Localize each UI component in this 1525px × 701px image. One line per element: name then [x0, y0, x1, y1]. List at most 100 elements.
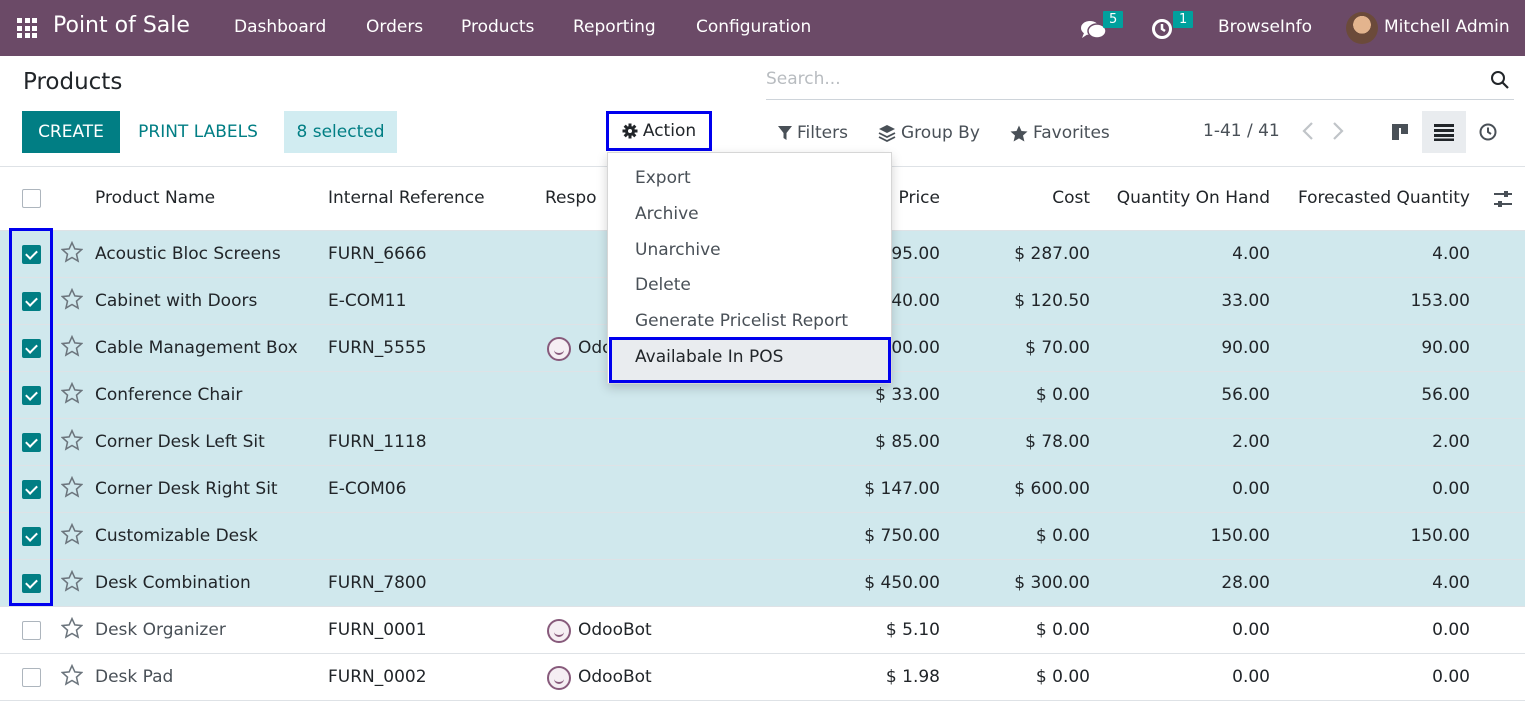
price-cell: $ 450.00	[864, 573, 940, 593]
table-row[interactable]: Desk Pad FURN_0002 OdooBot $ 1.98 $ 0.00 0.00…	[0, 654, 1525, 701]
favorite-star-icon[interactable]	[61, 664, 83, 686]
menu-reporting[interactable]: Reporting	[573, 17, 656, 37]
favorite-star-icon[interactable]	[61, 335, 83, 357]
favorite-star-icon[interactable]	[61, 570, 83, 592]
column-header-quantity-on-hand[interactable]: Quantity On Hand	[1100, 188, 1270, 208]
pager-next-button[interactable]	[1332, 121, 1344, 146]
price-cell: $ 5.10	[885, 620, 940, 640]
group-by-button[interactable]: Group By	[878, 123, 980, 143]
kanban-icon	[1392, 124, 1408, 140]
internal-reference-cell: FURN_6666	[328, 244, 427, 264]
menu-configuration[interactable]: Configuration	[696, 17, 811, 37]
odoobot-avatar	[547, 619, 571, 643]
chevron-left-icon	[1302, 122, 1313, 140]
forecasted-quantity-cell: 2.00	[1432, 432, 1470, 452]
table-row[interactable]: Desk Combination FURN_7800 $ 450.00 $ 300.0…	[0, 560, 1525, 607]
forecasted-quantity-cell: 90.00	[1421, 338, 1470, 358]
quantity-on-hand-cell: 56.00	[1221, 385, 1270, 405]
user-avatar[interactable]	[1346, 12, 1378, 44]
favorite-star-icon[interactable]	[61, 617, 83, 639]
menu-item-export[interactable]: Export	[635, 168, 691, 188]
favorite-star-icon[interactable]	[61, 382, 83, 404]
pager-previous-button[interactable]	[1302, 121, 1314, 146]
menu-item-unarchive[interactable]: Unarchive	[635, 240, 721, 260]
table-row[interactable]: Customizable Desk $ 750.00 $ 0.00 150.00 150…	[0, 513, 1525, 560]
create-button[interactable]: CREATE	[22, 111, 120, 153]
cost-cell: $ 600.00	[1014, 479, 1090, 499]
menu-dashboard[interactable]: Dashboard	[234, 17, 326, 37]
messages-button[interactable]: 5	[1081, 11, 1125, 42]
clock-icon	[1479, 123, 1497, 141]
menu-item-archive[interactable]: Archive	[635, 204, 699, 224]
favorite-star-icon[interactable]	[61, 288, 83, 310]
star-icon	[1010, 125, 1028, 141]
search-input[interactable]	[766, 62, 1466, 96]
row-checkbox[interactable]	[22, 480, 41, 499]
menu-item-generate-pricelist-report[interactable]: Generate Pricelist Report	[635, 311, 848, 331]
menu-item-available-in-pos[interactable]: Availabale In POS	[635, 347, 783, 367]
apps-menu-icon[interactable]	[17, 18, 37, 38]
row-checkbox[interactable]	[22, 433, 41, 452]
favorites-button[interactable]: Favorites	[1010, 123, 1110, 143]
list-icon	[1434, 124, 1454, 141]
forecasted-quantity-cell: 4.00	[1432, 573, 1470, 593]
row-checkbox[interactable]	[22, 527, 41, 546]
kanban-view-button[interactable]	[1378, 111, 1422, 153]
quantity-on-hand-cell: 0.00	[1232, 479, 1270, 499]
filters-button[interactable]: Filters	[778, 123, 848, 143]
column-header-responsible[interactable]: Respo	[545, 188, 597, 208]
company-switcher[interactable]: BrowseInfo	[1218, 17, 1312, 37]
internal-reference-cell: FURN_0002	[328, 667, 427, 687]
favorite-star-icon[interactable]	[61, 523, 83, 545]
column-header-product-name[interactable]: Product Name	[95, 188, 215, 208]
column-header-cost[interactable]: Cost	[980, 188, 1090, 208]
forecasted-quantity-cell: 153.00	[1410, 291, 1470, 311]
row-checkbox[interactable]	[22, 574, 41, 593]
row-checkbox[interactable]	[22, 621, 41, 640]
internal-reference-cell: FURN_7800	[328, 573, 427, 593]
action-button[interactable]: Action	[606, 111, 712, 151]
search-icon[interactable]	[1490, 70, 1510, 90]
cost-cell: $ 287.00	[1014, 244, 1090, 264]
product-name-cell: Desk Combination	[95, 573, 251, 593]
row-checkbox[interactable]	[22, 386, 41, 405]
optional-columns-icon[interactable]	[1493, 189, 1513, 209]
odoobot-avatar	[547, 666, 571, 690]
favorite-star-icon[interactable]	[61, 476, 83, 498]
column-header-forecasted-quantity[interactable]: Forecasted Quantity	[1280, 188, 1470, 208]
favorite-star-icon[interactable]	[61, 241, 83, 263]
forecasted-quantity-cell: 0.00	[1432, 667, 1470, 687]
cost-cell: $ 0.00	[1035, 667, 1090, 687]
search-bar	[766, 62, 1514, 100]
table-row[interactable]: Desk Organizer FURN_0001 OdooBot $ 5.10 $ 0.…	[0, 607, 1525, 654]
internal-reference-cell: FURN_5555	[328, 338, 427, 358]
cost-cell: $ 120.50	[1014, 291, 1090, 311]
menu-products[interactable]: Products	[461, 17, 534, 37]
column-header-internal-reference[interactable]: Internal Reference	[328, 188, 485, 208]
table-row[interactable]: Corner Desk Right Sit E-COM06 $ 147.00 $ 60…	[0, 466, 1525, 513]
row-checkbox[interactable]	[22, 339, 41, 358]
internal-reference-cell: FURN_0001	[328, 620, 427, 640]
menu-orders[interactable]: Orders	[366, 17, 423, 37]
cost-cell: $ 0.00	[1035, 385, 1090, 405]
row-checkbox[interactable]	[22, 292, 41, 311]
menu-item-delete[interactable]: Delete	[635, 275, 691, 295]
table-row[interactable]: Corner Desk Left Sit FURN_1118 $ 85.00 $ 78…	[0, 419, 1525, 466]
messages-badge: 5	[1103, 11, 1124, 28]
favorite-star-icon[interactable]	[61, 429, 83, 451]
select-all-checkbox[interactable]	[22, 189, 41, 208]
app-title[interactable]: Point of Sale	[53, 13, 190, 38]
activity-view-button[interactable]	[1466, 111, 1510, 153]
list-view-button[interactable]	[1422, 111, 1466, 153]
price-cell: $ 1.98	[885, 667, 940, 687]
activities-badge: 1	[1173, 11, 1194, 28]
activities-button[interactable]: 1	[1151, 11, 1195, 42]
print-labels-button[interactable]: PRINT LABELS	[124, 111, 272, 153]
pager-value[interactable]: 1-41 / 41	[1203, 121, 1280, 141]
row-checkbox[interactable]	[22, 245, 41, 264]
row-checkbox[interactable]	[22, 668, 41, 687]
user-menu[interactable]: Mitchell Admin	[1384, 17, 1510, 37]
selected-count-badge: 8 selected	[284, 111, 397, 153]
layers-icon	[878, 125, 896, 142]
price-cell: $ 33.00	[875, 385, 940, 405]
